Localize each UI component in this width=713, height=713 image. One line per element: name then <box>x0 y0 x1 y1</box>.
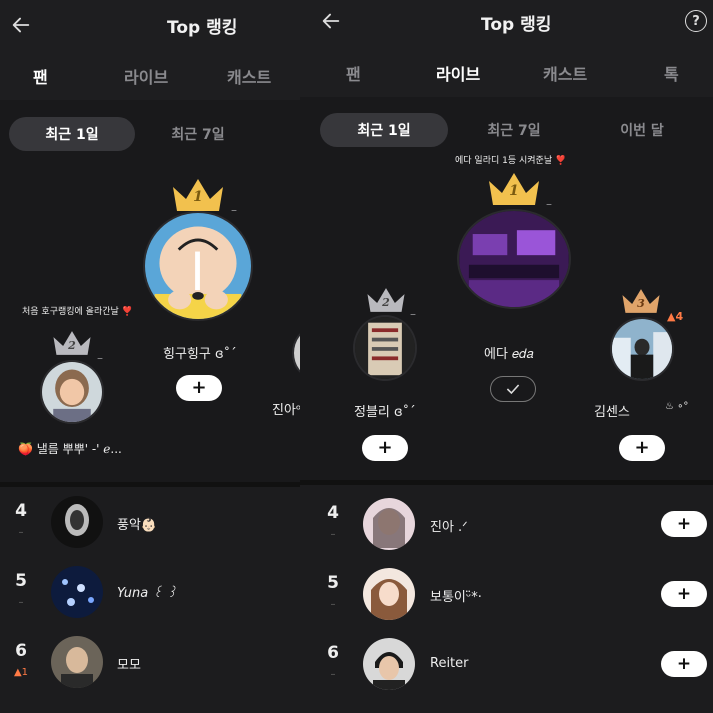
row-name: Reiter <box>430 656 469 671</box>
podium-name-second: 정블리 ɞ˚ˊ <box>354 405 416 420</box>
rank-number: 1 <box>509 183 519 199</box>
following-button[interactable] <box>490 376 536 402</box>
avatar[interactable] <box>353 315 417 381</box>
podium-badge: ♨ ∘° <box>665 401 689 412</box>
add-button[interactable]: + <box>619 435 665 461</box>
row-delta: – <box>18 597 24 608</box>
table-row[interactable]: 4 – 진아 .ᐟ + <box>300 489 713 559</box>
avatar[interactable] <box>457 209 571 309</box>
tab-live[interactable]: 라이브 <box>124 64 168 88</box>
podium-name-third: 김센스 <box>594 405 630 420</box>
back-arrow-icon[interactable] <box>8 12 34 38</box>
row-name: 모모 <box>117 658 141 673</box>
row-name: 풍악👶🏻 <box>117 518 158 533</box>
bronze-crown-icon: 3 <box>621 287 661 315</box>
period-tab-7day[interactable]: 최근 7일 <box>158 117 238 151</box>
period-tab-1day[interactable]: 최근 1일 <box>320 113 448 147</box>
check-icon <box>506 384 520 395</box>
rank-number: 2 <box>382 296 390 309</box>
row-rank: 6 <box>15 641 27 661</box>
tab-fan[interactable]: 팬 <box>346 61 361 85</box>
period-tab-7day[interactable]: 최근 7일 <box>476 113 552 147</box>
row-rank: 4 <box>15 501 27 521</box>
add-button[interactable]: + <box>661 651 707 677</box>
category-tabs: 팬 라이브 캐스트 톡 <box>300 47 713 97</box>
avatar[interactable] <box>40 360 104 424</box>
back-arrow-icon[interactable] <box>318 8 344 34</box>
row-delta: – <box>18 527 24 538</box>
tab-live[interactable]: 라이브 <box>436 61 480 85</box>
header: Top 랭킹 <box>0 0 304 50</box>
avatar[interactable] <box>363 568 415 620</box>
gold-crown-icon: 1 <box>487 171 541 207</box>
row-rank: 6 <box>327 643 339 663</box>
podium-message: 에다 일라디 1등 시켜준날 ❣️ <box>455 156 567 166</box>
rank-number: 1 <box>193 189 203 205</box>
period-tab-1day[interactable]: 최근 1일 <box>9 117 135 151</box>
avatar[interactable] <box>51 496 103 548</box>
rank-delta: – <box>231 203 237 217</box>
row-delta: – <box>330 529 336 540</box>
tab-cast[interactable]: 캐스트 <box>227 64 271 88</box>
tab-talk[interactable]: 톡 <box>664 61 679 85</box>
row-rank: 4 <box>327 503 339 523</box>
table-row[interactable]: 6 ▲1 모모 <box>0 627 304 697</box>
tab-fan[interactable]: 팬 <box>33 64 48 88</box>
avatar[interactable] <box>51 566 103 618</box>
ranking-list: 4 – 진아 .ᐟ + 5 – 보통이ᵕ̈*· + 6 – Reiter + <box>300 485 713 713</box>
podium-message: 처음 호구랭킹에 올라간날 ❣️ <box>22 307 133 317</box>
category-tabs: 팬 라이브 캐스트 <box>0 50 304 100</box>
row-rank: 5 <box>327 573 339 593</box>
rank-delta: ▲4 <box>667 310 684 323</box>
row-delta: – <box>330 669 336 680</box>
gold-crown-icon: 1 <box>171 177 225 213</box>
row-rank: 5 <box>15 571 27 591</box>
row-name: 진아 .ᐟ <box>430 520 468 535</box>
rank-delta: – <box>410 307 416 321</box>
podium-name-first: 에다 𝑒𝑑𝑎 <box>484 347 534 362</box>
rank-number: 2 <box>68 339 76 352</box>
add-button[interactable]: + <box>176 375 222 401</box>
page-title: Top 랭킹 <box>167 18 238 38</box>
period-tab-month[interactable]: 이번 달 <box>604 113 680 147</box>
help-icon[interactable]: ? <box>685 10 707 32</box>
podium-name-third: 진아ᵒ <box>272 403 302 418</box>
rank-delta: – <box>546 197 552 211</box>
row-name: 보통이ᵕ̈*· <box>430 590 482 605</box>
header: Top 랭킹 ? <box>300 0 713 50</box>
table-row[interactable]: 5 – 보통이ᵕ̈*· + <box>300 559 713 629</box>
row-delta: – <box>330 599 336 610</box>
row-delta: ▲1 <box>13 667 29 678</box>
left-screen: Top 랭킹 팬 라이브 캐스트 최근 1일 최근 7일 1 – 힝구힝구 ɞ˚… <box>0 0 304 713</box>
add-button[interactable]: + <box>661 581 707 607</box>
rank-number: 3 <box>637 297 645 310</box>
avatar[interactable] <box>143 211 253 321</box>
avatar[interactable] <box>610 317 674 381</box>
rank-delta: – <box>97 351 103 365</box>
avatar[interactable] <box>363 498 415 550</box>
add-button[interactable]: + <box>362 435 408 461</box>
table-row[interactable]: 4 – 풍악👶🏻 <box>0 487 304 557</box>
table-row[interactable]: 6 – Reiter + <box>300 629 713 699</box>
avatar[interactable] <box>51 636 103 688</box>
silver-crown-icon: 2 <box>52 329 92 357</box>
ranking-list: 4 – 풍악👶🏻 5 – Yuna ꒰ ꒱ 6 ▲1 모모 <box>0 487 304 713</box>
avatar[interactable] <box>363 638 415 690</box>
page-title: Top 랭킹 <box>481 15 552 35</box>
add-button[interactable]: + <box>661 511 707 537</box>
tab-cast[interactable]: 캐스트 <box>543 61 587 85</box>
table-row[interactable]: 5 – Yuna ꒰ ꒱ <box>0 557 304 627</box>
podium-name-first: 힝구힝구 ɞ˚ˊ <box>163 347 237 362</box>
right-screen: Top 랭킹 ? 팬 라이브 캐스트 톡 최근 1일 최근 7일 이번 달 에다… <box>300 0 713 713</box>
row-name: Yuna ꒰ ꒱ <box>117 586 177 601</box>
silver-crown-icon: 2 <box>366 286 406 314</box>
podium-name-second: 🍑 낼름 뿌뿌' -' ℯ... <box>18 442 122 456</box>
